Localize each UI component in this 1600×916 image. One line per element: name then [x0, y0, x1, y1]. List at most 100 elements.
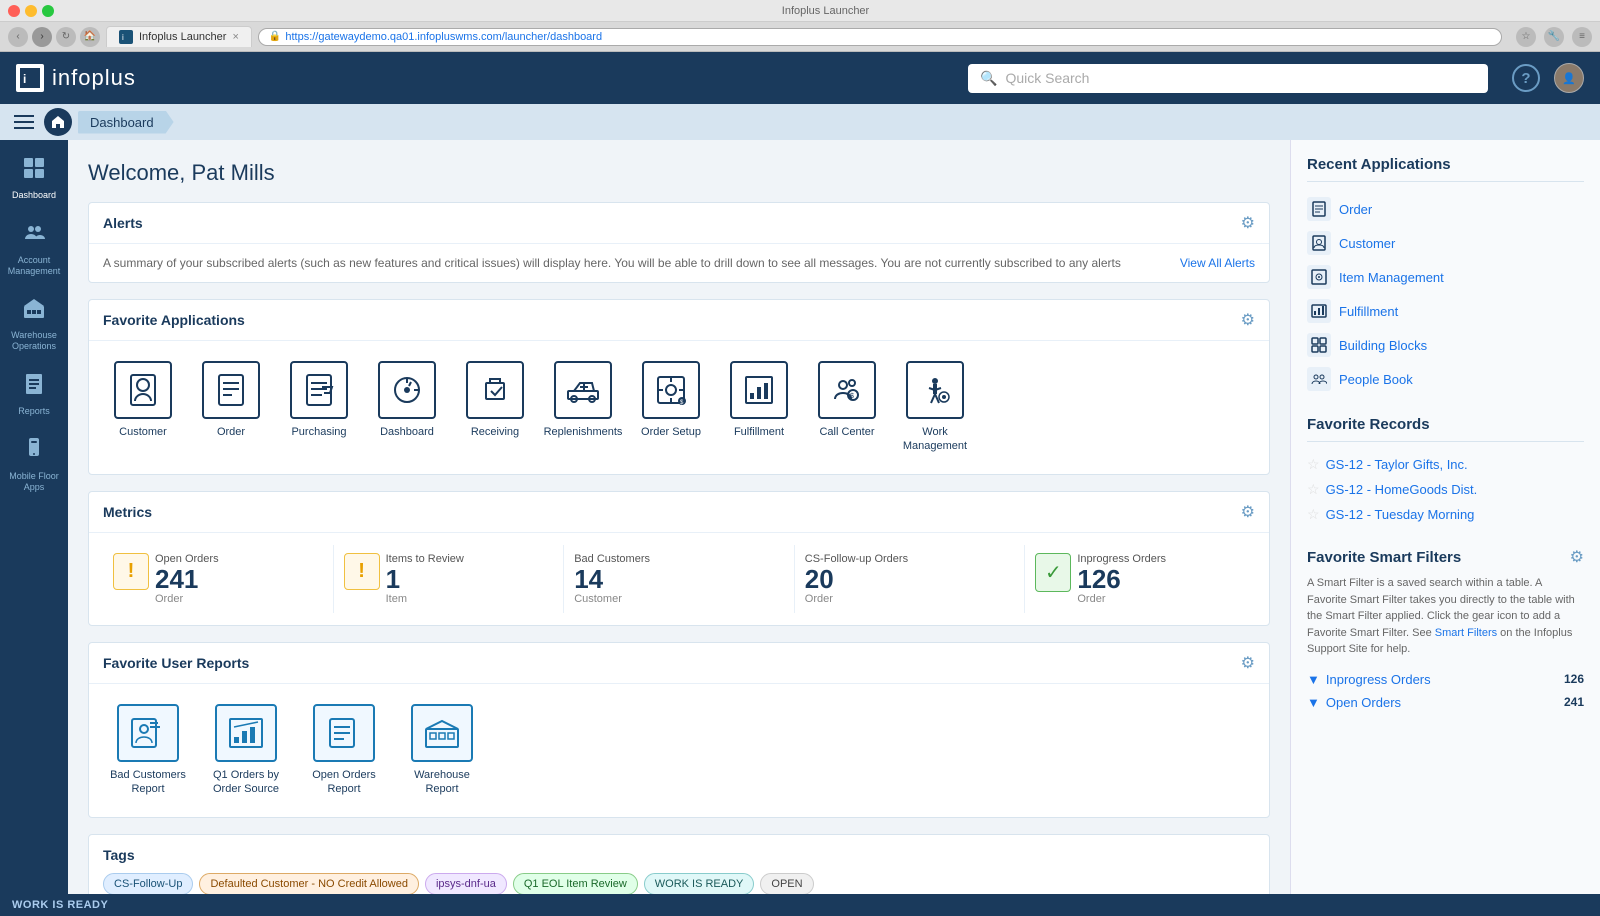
metric-value: 14 [574, 565, 784, 594]
app-replenishments[interactable]: Replenishments [543, 353, 623, 462]
fav-record-link[interactable]: GS-12 - Taylor Gifts, Inc. [1326, 457, 1468, 472]
fav-apps-gear-icon[interactable]: ⚙ [1241, 310, 1255, 330]
app-work-management[interactable]: Work Management [895, 353, 975, 462]
fav-record-1[interactable]: ☆ GS-12 - Taylor Gifts, Inc. [1307, 452, 1584, 477]
recent-app-link[interactable]: Customer [1339, 236, 1395, 251]
report-bad-customers[interactable]: Bad Customers Report [103, 696, 193, 805]
filter-inprogress[interactable]: ▼ Inprogress Orders 126 [1307, 668, 1584, 691]
smart-filters-link[interactable]: Smart Filters [1435, 627, 1497, 639]
help-icon[interactable]: ? [1512, 64, 1540, 92]
mac-fullscreen-btn[interactable] [42, 5, 54, 17]
address-bar[interactable]: 🔒 https://gatewaydemo.qa01.infopluswms.c… [258, 28, 1502, 46]
tab-close[interactable]: × [232, 31, 238, 43]
content-area: Welcome, Pat Mills Alerts ⚙ A summary of… [68, 140, 1290, 894]
recent-app-link[interactable]: Item Management [1339, 270, 1444, 285]
item-mgmt-icon [1307, 265, 1331, 289]
filter-link[interactable]: Open Orders [1326, 695, 1558, 710]
apps-grid: Customer Order Purchasing [89, 341, 1269, 474]
extensions-btn[interactable]: 🔧 [1544, 27, 1564, 47]
filter-open-orders[interactable]: ▼ Open Orders 241 [1307, 691, 1584, 714]
metric-open-orders[interactable]: ! Open Orders 241 Order [103, 545, 334, 614]
recent-app-link[interactable]: People Book [1339, 372, 1413, 387]
metrics-gear-icon[interactable]: ⚙ [1241, 502, 1255, 522]
fulfillment-icon [730, 361, 788, 419]
report-open-orders[interactable]: Open Orders Report [299, 696, 389, 805]
sidebar-item-dashboard[interactable]: Dashboard [0, 148, 68, 209]
tag-q1-eol[interactable]: Q1 EOL Item Review [513, 873, 638, 894]
recent-app-people-book[interactable]: People Book [1307, 362, 1584, 396]
user-avatar[interactable]: 👤 [1554, 63, 1584, 93]
home-btn[interactable]: 🏠 [80, 27, 100, 47]
app-call-center[interactable]: $ Call Center [807, 353, 887, 462]
alerts-gear-icon[interactable]: ⚙ [1241, 213, 1255, 233]
metric-items-review[interactable]: ! Items to Review 1 Item [334, 545, 565, 614]
app-order-setup[interactable]: $ Order Setup [631, 353, 711, 462]
main-layout: Dashboard Account Management Warehouse O… [0, 140, 1600, 894]
metric-cs-followup[interactable]: CS-Follow-up Orders 20 Order [795, 545, 1026, 614]
app-purchasing[interactable]: Purchasing [279, 353, 359, 462]
mac-close-btn[interactable] [8, 5, 20, 17]
app-dashboard[interactable]: Dashboard [367, 353, 447, 462]
recent-app-customer[interactable]: Customer [1307, 226, 1584, 260]
forward-btn[interactable]: › [32, 27, 52, 47]
back-btn[interactable]: ‹ [8, 27, 28, 47]
logo-box: i [16, 64, 44, 92]
hamburger-menu[interactable] [10, 108, 38, 136]
metric-inprogress[interactable]: ✓ Inprogress Orders 126 Order [1025, 545, 1255, 614]
menu-btn[interactable]: ≡ [1572, 27, 1592, 47]
nav-breadcrumb: Dashboard [0, 104, 1600, 140]
recent-app-building-blocks[interactable]: Building Blocks [1307, 328, 1584, 362]
filter-link[interactable]: Inprogress Orders [1326, 672, 1558, 687]
app-label: Fulfillment [734, 425, 784, 439]
sidebar-item-mobile[interactable]: Mobile Floor Apps [0, 429, 68, 501]
recent-app-order[interactable]: Order [1307, 192, 1584, 226]
tag-ipsys[interactable]: ipsys-dnf-ua [425, 873, 507, 894]
mac-minimize-btn[interactable] [25, 5, 37, 17]
browser-tab[interactable]: i Infoplus Launcher × [106, 26, 252, 47]
report-icon [215, 704, 277, 762]
sidebar-item-reports[interactable]: Reports [0, 364, 68, 425]
browser-nav: ‹ › ↻ 🏠 [8, 27, 100, 47]
fav-record-3[interactable]: ☆ GS-12 - Tuesday Morning [1307, 502, 1584, 527]
bookmark-btn[interactable]: ☆ [1516, 27, 1536, 47]
fav-record-link[interactable]: GS-12 - Tuesday Morning [1326, 507, 1475, 522]
svg-text:i: i [23, 72, 26, 86]
recent-app-link[interactable]: Fulfillment [1339, 304, 1398, 319]
app-label: Receiving [471, 425, 519, 439]
report-q1-orders[interactable]: Q1 Orders by Order Source [201, 696, 291, 805]
tag-work-ready[interactable]: WORK IS READY [644, 873, 755, 894]
view-all-alerts-link[interactable]: View All Alerts [1180, 256, 1255, 270]
home-icon-btn[interactable] [44, 108, 72, 136]
app-customer[interactable]: Customer [103, 353, 183, 462]
fav-record-link[interactable]: GS-12 - HomeGoods Dist. [1326, 482, 1478, 497]
tag-open[interactable]: OPEN [760, 873, 813, 894]
recent-app-link[interactable]: Building Blocks [1339, 338, 1427, 353]
search-input[interactable]: Quick Search [1005, 70, 1089, 86]
metric-label: Items to Review [386, 553, 464, 565]
recent-app-item-mgmt[interactable]: Item Management [1307, 260, 1584, 294]
app-order[interactable]: Order [191, 353, 271, 462]
app-receiving[interactable]: Receiving [455, 353, 535, 462]
sidebar-item-account[interactable]: Account Management [0, 213, 68, 285]
fav-record-2[interactable]: ☆ GS-12 - HomeGoods Dist. [1307, 477, 1584, 502]
recent-app-fulfillment[interactable]: Fulfillment [1307, 294, 1584, 328]
app-fulfillment[interactable]: Fulfillment [719, 353, 799, 462]
warn-icon: ! [344, 553, 380, 590]
smart-filters-title: Favorite Smart Filters [1307, 549, 1461, 566]
report-warehouse[interactable]: Warehouse Report [397, 696, 487, 805]
search-bar[interactable]: 🔍 Quick Search [968, 64, 1488, 93]
ok-icon: ✓ [1035, 553, 1071, 592]
logo-text: infoplus [52, 65, 136, 91]
tag-cs-followup[interactable]: CS-Follow-Up [103, 873, 193, 894]
app-label: Call Center [819, 425, 874, 439]
app-header: i infoplus 🔍 Quick Search ? 👤 [0, 52, 1600, 104]
app-label: Dashboard [380, 425, 434, 439]
recent-app-link[interactable]: Order [1339, 202, 1372, 217]
sidebar-item-warehouse[interactable]: Warehouse Operations [0, 288, 68, 360]
smart-filters-gear[interactable]: ⚙ [1570, 547, 1584, 567]
metric-data: Open Orders 241 Order [155, 553, 219, 606]
tag-defaulted-customer[interactable]: Defaulted Customer - NO Credit Allowed [199, 873, 418, 894]
fav-reports-gear-icon[interactable]: ⚙ [1241, 653, 1255, 673]
metric-bad-customers[interactable]: Bad Customers 14 Customer [564, 545, 795, 614]
refresh-btn[interactable]: ↻ [56, 27, 76, 47]
